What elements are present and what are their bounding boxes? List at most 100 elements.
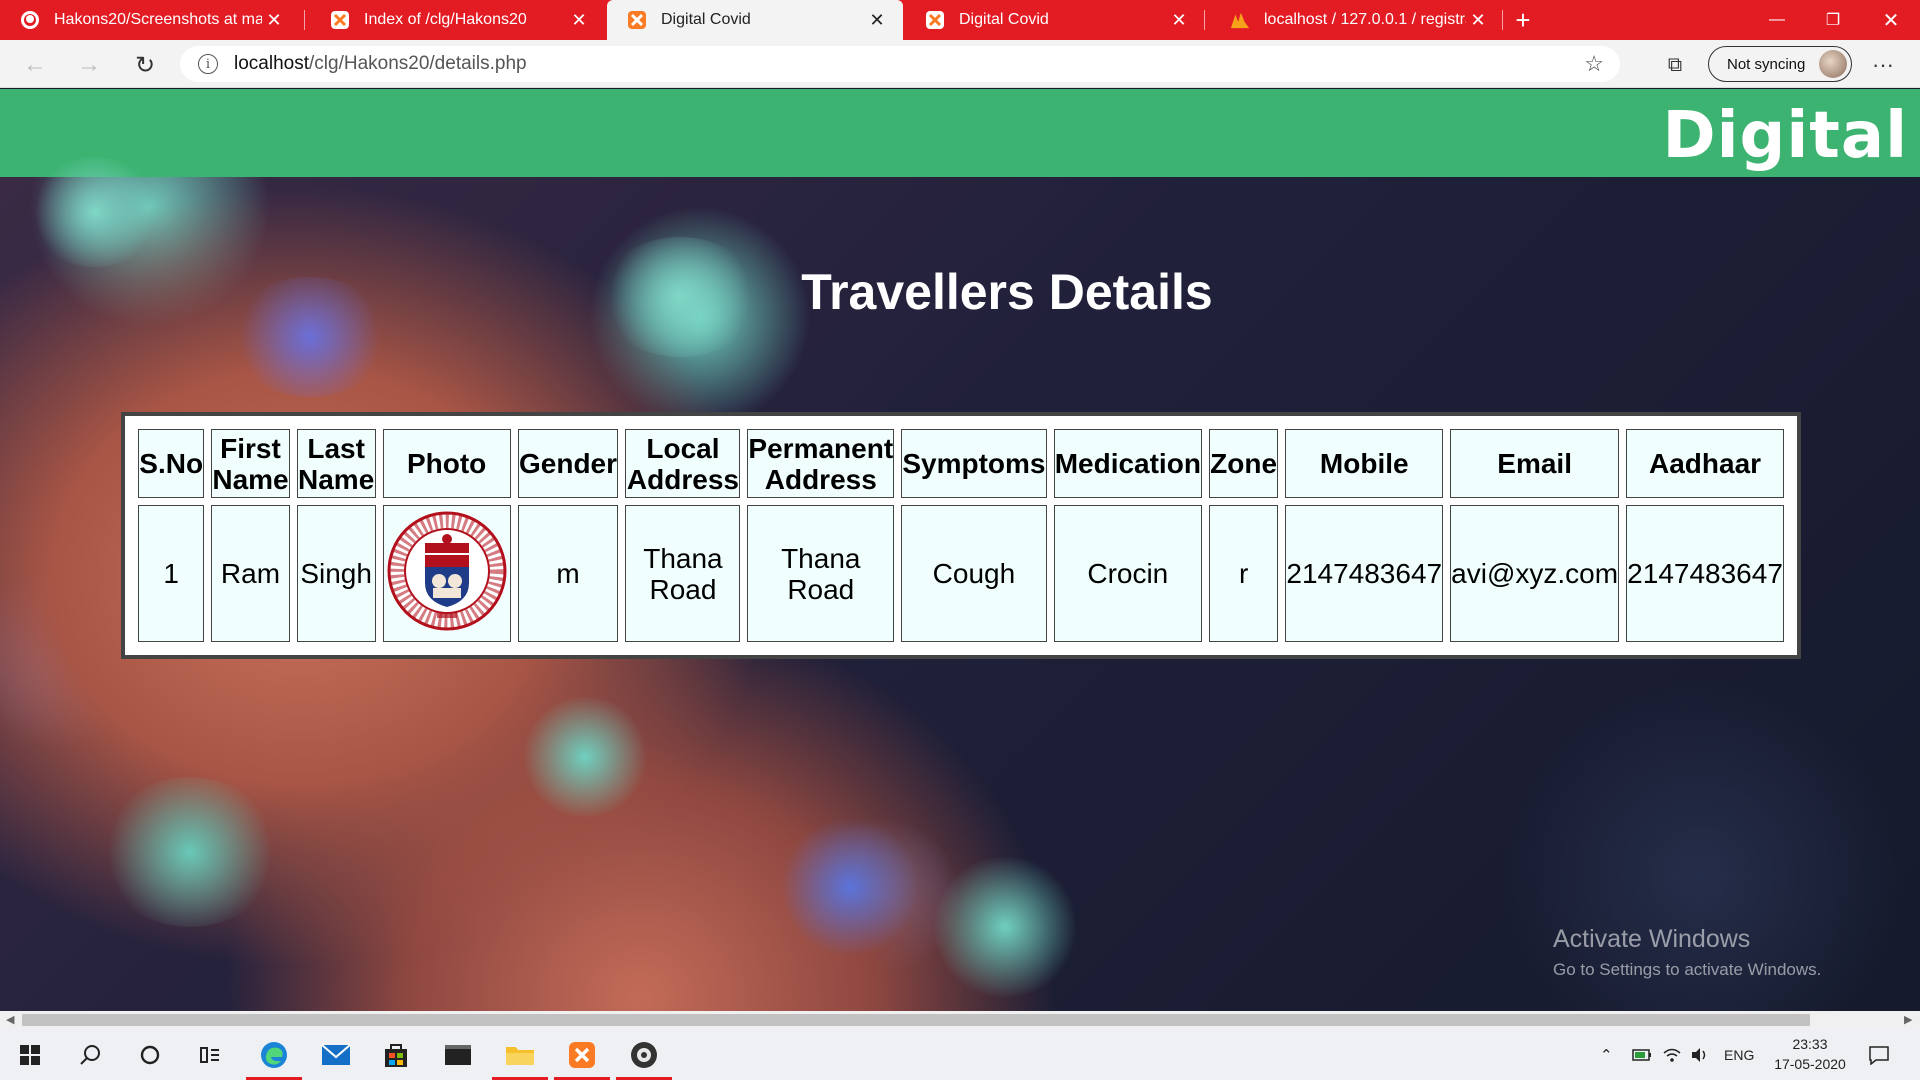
- maximize-button[interactable]: ❐: [1808, 0, 1858, 40]
- task-view-button[interactable]: [180, 1029, 240, 1080]
- new-tab-button[interactable]: +: [1508, 0, 1538, 40]
- header-email: Email: [1450, 429, 1620, 498]
- address-line: Road: [649, 573, 717, 605]
- search-icon: [80, 1044, 100, 1065]
- address-line: Thana: [643, 542, 723, 574]
- search-button[interactable]: [60, 1029, 120, 1080]
- address-line: Road: [787, 573, 855, 605]
- media-disc-icon: [631, 1041, 657, 1068]
- tab-github[interactable]: Hakons20/Screenshots at master ✕: [0, 0, 300, 40]
- taskbar-xampp[interactable]: [552, 1029, 612, 1080]
- header-photo: Photo: [382, 429, 511, 498]
- url-field[interactable]: i localhost/clg/Hakons20/details.php ☆: [180, 46, 1620, 82]
- tab-title: Digital Covid: [661, 11, 751, 28]
- tray-chevron-icon[interactable]: ⌃: [1600, 1029, 1613, 1080]
- scroll-left-arrow-icon[interactable]: ◀: [6, 1013, 14, 1026]
- taskbar-edge[interactable]: [244, 1029, 304, 1080]
- refresh-button[interactable]: ↻: [128, 48, 162, 82]
- close-icon[interactable]: ✕: [262, 10, 286, 31]
- tab-title: Index of /clg/Hakons20: [364, 11, 527, 28]
- header-first-name: First Name: [211, 429, 290, 498]
- volume-icon[interactable]: [1690, 1029, 1710, 1080]
- taskbar-media-app[interactable]: [614, 1029, 674, 1080]
- windows-taskbar: ⌃ ENG 23:33 17-05-2020: [0, 1029, 1920, 1080]
- taskbar-mail[interactable]: [306, 1029, 366, 1080]
- site-brand[interactable]: Digital: [1662, 99, 1908, 173]
- cortana-button[interactable]: [120, 1029, 180, 1080]
- browser-tab-strip: Hakons20/Screenshots at master ✕ Index o…: [0, 0, 1920, 40]
- tab-separator: [304, 10, 305, 30]
- folder-icon: [506, 1046, 534, 1065]
- watermark-line2: Go to Settings to activate Windows.: [1553, 960, 1822, 979]
- avatar: [1819, 50, 1847, 78]
- notifications-icon[interactable]: [1868, 1029, 1890, 1080]
- header-label-line: Address: [764, 463, 877, 495]
- tab-title: Digital Covid: [959, 11, 1049, 28]
- favorite-star-icon[interactable]: ☆: [1584, 51, 1604, 77]
- header-label-line: Local: [646, 432, 720, 464]
- close-icon[interactable]: ✕: [865, 10, 889, 31]
- header-mobile: Mobile: [1285, 429, 1444, 498]
- header-medication-label: Medication: [1054, 448, 1201, 479]
- institute-seal-logo: [386, 510, 507, 631]
- page-title: Travellers Details: [801, 264, 1213, 320]
- task-view-icon: [200, 1046, 219, 1063]
- header-label-line: Address: [626, 463, 739, 495]
- tab-phpmyadmin[interactable]: localhost / 127.0.0.1 / registration ✕: [1210, 0, 1504, 40]
- github-icon: [20, 10, 40, 30]
- header-label-line: Last: [307, 432, 365, 464]
- header-mobile-label: Mobile: [1319, 448, 1409, 479]
- cell-mobile: 2147483647: [1285, 505, 1444, 642]
- profile-sync-button[interactable]: Not syncing: [1708, 46, 1852, 82]
- cell-first-name: Ram: [211, 505, 290, 642]
- edge-browser-icon: [261, 1041, 287, 1068]
- info-icon[interactable]: i: [198, 54, 218, 74]
- battery-icon[interactable]: [1632, 1029, 1652, 1080]
- close-icon[interactable]: ✕: [1466, 10, 1490, 31]
- system-clock[interactable]: 23:33 17-05-2020: [1762, 1034, 1858, 1074]
- background-spore: [30, 157, 160, 267]
- header-aadhaar: Aadhaar: [1626, 429, 1784, 498]
- back-button[interactable]: ←: [18, 48, 52, 82]
- tab-digital-covid-active[interactable]: Digital Covid ✕: [607, 0, 903, 40]
- forward-button[interactable]: →: [72, 48, 106, 82]
- header-label-line: Name: [298, 463, 375, 495]
- close-window-button[interactable]: ✕: [1866, 0, 1916, 40]
- cell-medication: Crocin: [1053, 505, 1202, 642]
- windows-logo-icon: [20, 1044, 40, 1065]
- close-icon[interactable]: ✕: [567, 10, 591, 31]
- taskbar-file-explorer[interactable]: [490, 1029, 550, 1080]
- more-options-icon[interactable]: ···: [1868, 50, 1898, 80]
- tab-digital-covid[interactable]: Digital Covid ✕: [905, 0, 1205, 40]
- tab-title: Hakons20/Screenshots at master: [54, 11, 262, 28]
- minimize-button[interactable]: —: [1752, 0, 1802, 40]
- cell-permanent-address: Thana Road: [747, 505, 895, 642]
- taskbar-store[interactable]: [366, 1029, 426, 1080]
- close-icon[interactable]: ✕: [1167, 10, 1191, 31]
- cell-local-address: Thana Road: [625, 505, 741, 642]
- wifi-icon[interactable]: [1662, 1029, 1682, 1080]
- site-header: Digital: [0, 89, 1920, 177]
- background-spore: [780, 817, 920, 957]
- horizontal-scrollbar[interactable]: ◀ ▶: [0, 1011, 1920, 1029]
- table-header-row: S.No First Name Last Name Photo Gender Loc…: [138, 429, 1784, 498]
- tab-index-of[interactable]: Index of /clg/Hakons20 ✕: [310, 0, 605, 40]
- header-symptoms-label: Symptoms: [902, 448, 1046, 479]
- xampp-icon: [627, 10, 647, 30]
- header-permanent-address: Permanent Address: [747, 429, 895, 498]
- taskbar-terminal[interactable]: [428, 1029, 488, 1080]
- sync-label: Not syncing: [1727, 55, 1806, 73]
- header-sno-label: S.No: [139, 448, 204, 479]
- watermark-line1: Activate Windows: [1553, 925, 1751, 953]
- scroll-right-arrow-icon[interactable]: ▶: [1904, 1013, 1912, 1026]
- travellers-table: S.No First Name Last Name Photo Gender Loc…: [131, 422, 1791, 649]
- collections-icon[interactable]: ⧉: [1662, 52, 1688, 78]
- xampp-icon: [330, 10, 350, 30]
- start-button[interactable]: [0, 1029, 60, 1080]
- scrollbar-thumb[interactable]: [22, 1014, 1810, 1026]
- xampp-icon: [569, 1041, 595, 1068]
- header-medication: Medication: [1053, 429, 1202, 498]
- header-aadhaar-label: Aadhaar: [1649, 448, 1762, 479]
- language-indicator[interactable]: ENG: [1724, 1029, 1754, 1080]
- table-row: 1 Ram Singh m Thana Road Thana Road Coug…: [138, 505, 1784, 642]
